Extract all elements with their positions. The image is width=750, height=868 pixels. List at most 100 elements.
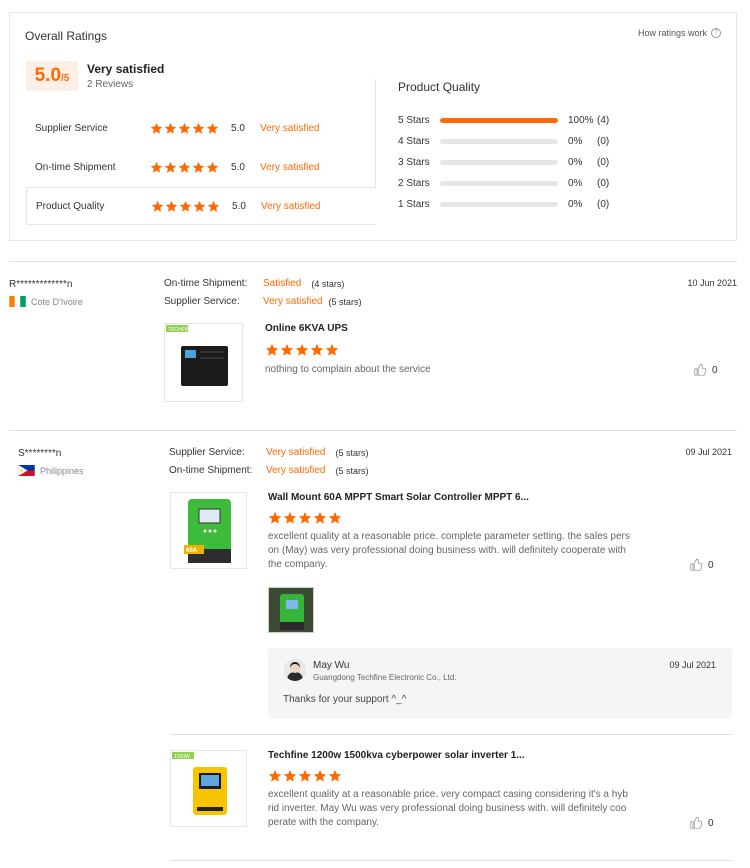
distribution-percent: 0% xyxy=(568,135,583,147)
distribution-row-4: 4 Stars 0% (0) xyxy=(398,134,609,148)
philippines-flag-icon xyxy=(18,465,35,476)
star-icon xyxy=(206,161,219,174)
distribution-fill xyxy=(440,117,558,123)
review-text: excellent quality at a reasonable price.… xyxy=(268,788,648,830)
overall-score-badge: 5.0/5 xyxy=(26,61,78,91)
star-icon xyxy=(283,769,297,783)
meta-value: Very satisfied xyxy=(266,465,326,476)
meta-label: On-time Shipment: xyxy=(169,465,253,476)
distribution-bar xyxy=(440,201,558,207)
star-icon xyxy=(150,122,163,135)
review-photo[interactable] xyxy=(268,587,314,633)
star-icon xyxy=(265,343,279,357)
ups-product-image: TECHFINE xyxy=(166,325,228,386)
review-stars xyxy=(265,343,339,357)
reviewer-country: Cote D'Ivoire xyxy=(9,296,83,307)
product-name[interactable]: Wall Mount 60A MPPT Smart Solar Controll… xyxy=(268,492,529,503)
star-icon xyxy=(328,511,342,525)
panel-divider xyxy=(375,79,376,189)
rating-row-label: On-time Shipment xyxy=(35,161,116,173)
like-button[interactable]: 0 xyxy=(689,558,714,572)
product-name[interactable]: Techfine 1200w 1500kva cyberpower solar … xyxy=(268,750,525,761)
distribution-count: (0) xyxy=(597,135,610,147)
product-name[interactable]: Online 6KVA UPS xyxy=(265,323,348,334)
distribution-row-1: 1 Stars 0% (0) xyxy=(398,197,609,211)
review-text: excellent quality at a reasonable price.… xyxy=(268,530,648,572)
avatar-image xyxy=(284,659,306,681)
distribution-percent: 0% xyxy=(568,156,583,168)
rating-row-label: Product Quality xyxy=(36,200,105,212)
reviewer-country: Philippines xyxy=(18,465,84,476)
star-icon xyxy=(165,200,178,213)
review-text-line: on (May) was very professional doing bus… xyxy=(268,545,626,556)
meta-label: On-time Shipment: xyxy=(164,278,248,289)
rating-row-supplier-service[interactable]: Supplier Service 5.0 Very satisfied xyxy=(26,109,375,147)
distribution-bar xyxy=(440,138,558,144)
review-date: 10 Jun 2021 xyxy=(687,278,737,288)
product-thumbnail[interactable]: TECHFINE xyxy=(164,323,243,402)
country-name: Philippines xyxy=(40,465,84,476)
product-thumbnail[interactable]: 1200W xyxy=(170,750,247,827)
star-icon xyxy=(328,769,342,783)
star-icon xyxy=(298,511,312,525)
star-icon xyxy=(178,122,191,135)
overall-score-max: /5 xyxy=(61,73,70,84)
reply-date: 09 Jul 2021 xyxy=(669,660,716,670)
how-ratings-work-label: How ratings work xyxy=(637,28,707,38)
star-icon xyxy=(192,161,205,174)
distribution-label: 4 Stars xyxy=(398,135,430,147)
like-button[interactable]: 0 xyxy=(693,363,718,377)
star-icon xyxy=(179,200,192,213)
reply-company: Guangdong Techfine Electronic Co., Ltd. xyxy=(313,673,457,682)
product-badge: TECHFINE xyxy=(168,327,194,333)
review-text-line: the company. xyxy=(268,559,328,570)
meta-label: Supplier Service: xyxy=(164,296,240,307)
review-stars xyxy=(268,769,342,783)
review-text-line: excellent quality at a reasonable price.… xyxy=(268,531,630,542)
rating-row-satisfaction: Very satisfied xyxy=(260,161,320,173)
item-divider xyxy=(170,734,732,735)
distribution-title: Product Quality xyxy=(398,80,481,94)
reply-author: May Wu xyxy=(313,660,350,671)
like-count: 0 xyxy=(712,364,718,376)
rating-row-satisfaction: Very satisfied xyxy=(260,122,320,134)
item-divider xyxy=(170,860,732,861)
rating-row-product-quality[interactable]: Product Quality 5.0 Very satisfied xyxy=(26,187,375,225)
rating-row-on-time-shipment[interactable]: On-time Shipment 5.0 Very satisfied xyxy=(26,148,375,186)
section-divider xyxy=(9,430,737,431)
review-photo-image xyxy=(269,588,313,632)
like-button[interactable]: 0 xyxy=(689,816,714,830)
star-icon xyxy=(151,200,164,213)
review-text-line: perate with the company. xyxy=(268,817,379,828)
distribution-label: 2 Stars xyxy=(398,177,430,189)
section-divider xyxy=(9,261,737,262)
meta-stars: (5 stars) xyxy=(335,465,369,476)
meta-value: Very satisfied xyxy=(266,447,326,458)
distribution-percent: 0% xyxy=(568,177,583,189)
review-stars xyxy=(268,511,342,525)
product-badge: 1200W xyxy=(174,754,190,760)
thumbs-up-icon xyxy=(689,816,703,830)
rating-row-score: 5.0 xyxy=(231,161,245,173)
product-thumbnail[interactable]: 60A xyxy=(170,492,247,569)
distribution-percent: 100% xyxy=(568,114,594,126)
star-icon xyxy=(325,343,339,357)
solar-controller-product-image: 60A xyxy=(184,499,231,563)
distribution-row-2: 2 Stars 0% (0) xyxy=(398,176,609,190)
rating-row-satisfaction: Very satisfied xyxy=(261,200,321,212)
star-icon xyxy=(280,343,294,357)
reply-text: Thanks for your support ^_^ xyxy=(283,694,407,705)
rating-stars xyxy=(150,122,219,135)
star-icon xyxy=(206,122,219,135)
how-ratings-work-link[interactable]: How ratings work ? xyxy=(638,28,721,38)
distribution-count: (0) xyxy=(597,198,610,210)
rating-row-score: 5.0 xyxy=(231,122,245,134)
distribution-count: (0) xyxy=(597,156,610,168)
overall-satisfaction: Very satisfied xyxy=(87,62,165,76)
distribution-bar xyxy=(440,180,558,186)
supplier-reply: May Wu Guangdong Techfine Electronic Co.… xyxy=(268,648,732,719)
cote-divoire-flag-icon xyxy=(9,296,26,307)
product-badge: 60A xyxy=(186,548,198,554)
star-icon xyxy=(298,769,312,783)
star-icon xyxy=(178,161,191,174)
